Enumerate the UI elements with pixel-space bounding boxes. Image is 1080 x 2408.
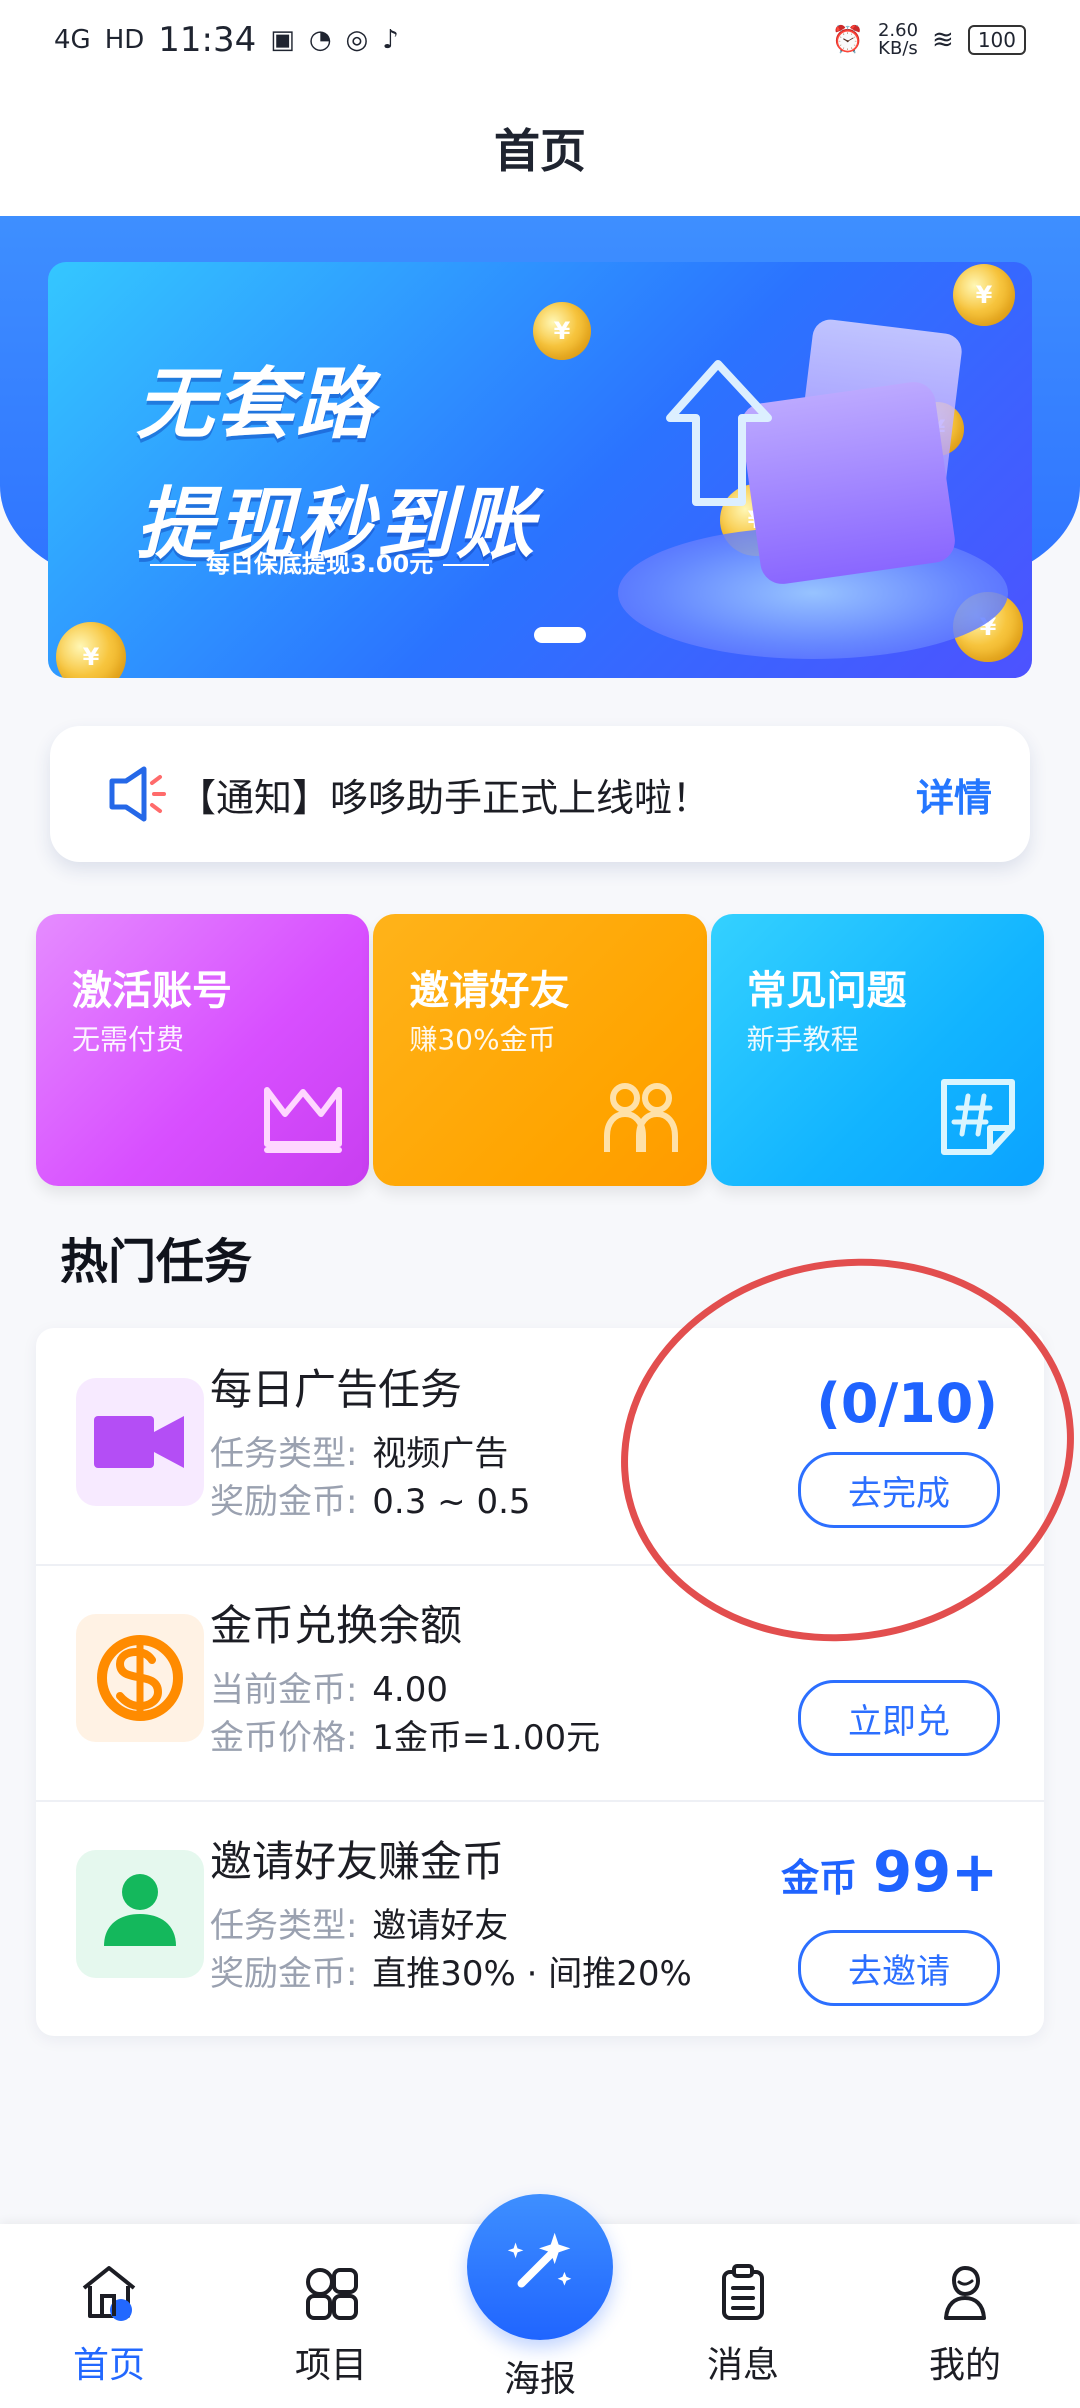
app-icon: ◎ [345, 25, 369, 55]
up-arrow-icon [666, 360, 772, 506]
coin-price-label: 金币价格: [210, 1718, 358, 1758]
current-coins-line: 当前金币: 4.00 [210, 1662, 448, 1711]
tiktok-icon: ♪ [382, 25, 399, 55]
network-indicator: 4G [54, 25, 91, 55]
status-left: 4G HD 11:34 ▣ ◔ ◎ ♪ [54, 20, 399, 60]
crown-icon [264, 1087, 343, 1153]
task-type-line: 任务类型: 视频广告 [210, 1426, 508, 1475]
quick-action-subtitle: 赚30%金币 [409, 1023, 556, 1056]
coin-count: 99+ [873, 1840, 998, 1905]
page-title: 首页 [494, 124, 586, 178]
task-type-line: 任务类型: 邀请好友 [210, 1898, 508, 1947]
nav-message[interactable]: 消息 [668, 2258, 818, 2388]
banner-title: 无套路 提现秒到账 [136, 342, 536, 574]
nav-mine-label: 我的 [928, 2345, 1001, 2386]
quick-action-faq[interactable]: 常见问题 新手教程 [710, 914, 1044, 1186]
coin-symbol: ¥ [82, 643, 100, 671]
status-bar: 4G HD 11:34 ▣ ◔ ◎ ♪ ⏰ 2.60 KB/s ≋ 100 [0, 0, 1080, 80]
notice-bar[interactable]: 【通知】哆哆助手正式上线啦！ 详情 [50, 726, 1030, 862]
coin-label: 金币 [781, 1856, 858, 1900]
task-title: 邀请好友赚金币 [210, 1837, 505, 1886]
current-coins-label: 当前金币: [210, 1670, 358, 1710]
reward-line: 奖励金币: 直推30% · 间推20% [210, 1946, 692, 1995]
dollar-coin-icon [97, 1635, 183, 1721]
battery-indicator: 100 [967, 25, 1026, 55]
page-header: 首页 [0, 80, 1080, 216]
quick-action-subtitle: 新手教程 [746, 1023, 859, 1056]
status-right: ⏰ 2.60 KB/s ≋ 100 [832, 22, 1026, 58]
reward-label: 奖励金币: [210, 1482, 358, 1522]
clipboard-icon: ▣ [270, 25, 295, 55]
nav-poster-button[interactable] [467, 2194, 613, 2340]
grid-icon [306, 2268, 358, 2320]
coin-icon: ¥ [953, 264, 1015, 326]
nav-home-label: 首页 [72, 2345, 145, 2386]
reward-value: 直推30% · 间推20% [372, 1954, 692, 1994]
current-coins-value: 4.00 [372, 1670, 448, 1710]
nav-project-label: 项目 [294, 2345, 367, 2386]
nav-poster-label: 海报 [503, 2359, 576, 2400]
nav-home[interactable]: 首页 [34, 2258, 184, 2388]
coin-reward-summary: 金币 99+ [781, 1840, 998, 1905]
task-icon-container [76, 1614, 204, 1742]
hashtag-note-icon [940, 1079, 1015, 1155]
quick-action-activate-account[interactable]: 激活账号 无需付费 [36, 914, 370, 1186]
task-type-label: 任务类型: [210, 1434, 358, 1474]
task-title: 每日广告任务 [210, 1365, 463, 1414]
hot-tasks-title: 热门任务 [60, 1234, 253, 1290]
magic-wand-icon [507, 2232, 572, 2288]
wifi-icon: ≋ [932, 25, 954, 55]
task-icon-container [76, 1850, 204, 1978]
profile-icon [944, 2265, 986, 2320]
coin-icon: ¥ [533, 302, 591, 360]
coin-price-value: 1金币=1.00元 [372, 1718, 601, 1758]
task-type-value: 视频广告 [372, 1434, 509, 1474]
nav-message-label: 消息 [706, 2345, 779, 2386]
invite-button[interactable]: 去邀请 [798, 1930, 1000, 2006]
coin-symbol: ¥ [553, 317, 571, 345]
task-row[interactable]: 邀请好友赚金币 任务类型: 邀请好友 奖励金币: 直推30% · 间推20% 金… [36, 1800, 1044, 2036]
reward-value: 0.3 ~ 0.5 [372, 1482, 531, 1522]
reward-line: 奖励金币: 0.3 ~ 0.5 [210, 1474, 531, 1523]
reward-label: 奖励金币: [210, 1954, 358, 1994]
friends-icon [603, 1083, 678, 1152]
quick-action-subtitle: 无需付费 [72, 1023, 185, 1056]
clipboard-icon [722, 2264, 764, 2320]
bottom-navigation: 首页 项目 海报 消息 我的 [0, 2194, 1080, 2408]
clock: 11:34 [158, 20, 257, 60]
quick-action-title: 常见问题 [746, 968, 907, 1014]
hd-indicator: HD [104, 25, 145, 55]
banner-title-line1: 无套路 [136, 360, 377, 450]
notice-text: 【通知】哆哆助手正式上线啦！ [178, 775, 711, 820]
speed-indicator: 2.60 KB/s [878, 22, 918, 58]
speed-unit: KB/s [878, 38, 918, 59]
banner-subtitle: 每日保底提现3.00元 [140, 544, 499, 579]
quick-action-title: 邀请好友 [409, 968, 570, 1014]
banner-pagination [534, 627, 586, 643]
speaker-icon [109, 766, 166, 822]
task-type-label: 任务类型: [210, 1906, 358, 1946]
user-icon [104, 1874, 176, 1946]
alarm-icon: ⏰ [831, 25, 864, 55]
notice-detail-link[interactable]: 详情 [916, 767, 992, 822]
coin-price-line: 金币价格: 1金币=1.00元 [210, 1710, 600, 1759]
coin-icon: ¥ [56, 622, 126, 678]
coin-symbol: ¥ [975, 281, 993, 309]
nav-mine[interactable]: 我的 [890, 2258, 1040, 2388]
exchange-button[interactable]: 立即兑 [798, 1680, 1000, 1756]
quick-action-title: 激活账号 [72, 968, 232, 1014]
qq-icon: ◔ [308, 25, 332, 55]
quick-actions: 激活账号 无需付费 邀请好友 赚30%金币 常见问题 新手教程 [36, 914, 1044, 1186]
task-title: 金币兑换余额 [210, 1601, 463, 1650]
task-type-value: 邀请好友 [372, 1906, 509, 1946]
home-icon [82, 2266, 136, 2321]
video-camera-icon [94, 1416, 184, 1468]
quick-action-invite-friends[interactable]: 邀请好友 赚30%金币 [373, 914, 707, 1186]
promo-banner[interactable]: ¥ ¥ ¥ ¥ ¥ ¥ 无套路 提现秒到账 每日保底提现3.00元 [48, 262, 1032, 678]
nav-project[interactable]: 项目 [256, 2258, 406, 2388]
task-icon-container [76, 1378, 204, 1506]
